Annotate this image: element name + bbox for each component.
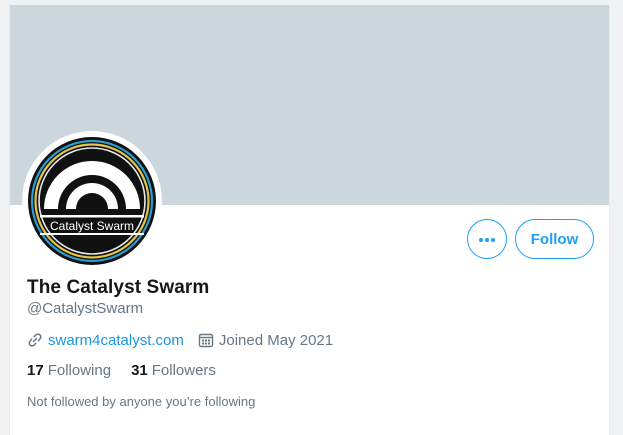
profile-website-link[interactable]: swarm4catalyst.com [48, 332, 184, 349]
profile-stats: 17 Following 31 Followers [27, 362, 216, 379]
following-label: Following [47, 362, 112, 379]
followers-count: 31 [131, 362, 148, 379]
more-options-button[interactable] [467, 219, 507, 259]
profile-display-name: The Catalyst Swarm [27, 277, 210, 298]
calendar-icon [198, 332, 214, 348]
following-stat[interactable]: 17 Following [27, 362, 111, 379]
more-horizontal-icon [478, 230, 496, 248]
profile-handle: @CatalystSwarm [27, 300, 144, 317]
link-icon [27, 332, 43, 348]
followers-you-know-note: Not followed by anyone you’re following [27, 394, 256, 409]
followers-stat[interactable]: 31 Followers [131, 362, 216, 379]
followers-label: Followers [151, 362, 216, 379]
follow-button[interactable]: Follow [515, 219, 594, 259]
avatar-logo-text: Catalyst Swarm [50, 219, 134, 233]
profile-avatar[interactable]: Catalyst Swarm [22, 131, 162, 271]
profile-joined-date: Joined May 2021 [218, 331, 334, 349]
profile-meta-row: swarm4catalyst.com Joined May 2021 [27, 330, 333, 350]
profile-page: Catalyst Swarm Follow The Catalyst Swarm… [9, 5, 610, 435]
following-count: 17 [27, 362, 44, 379]
